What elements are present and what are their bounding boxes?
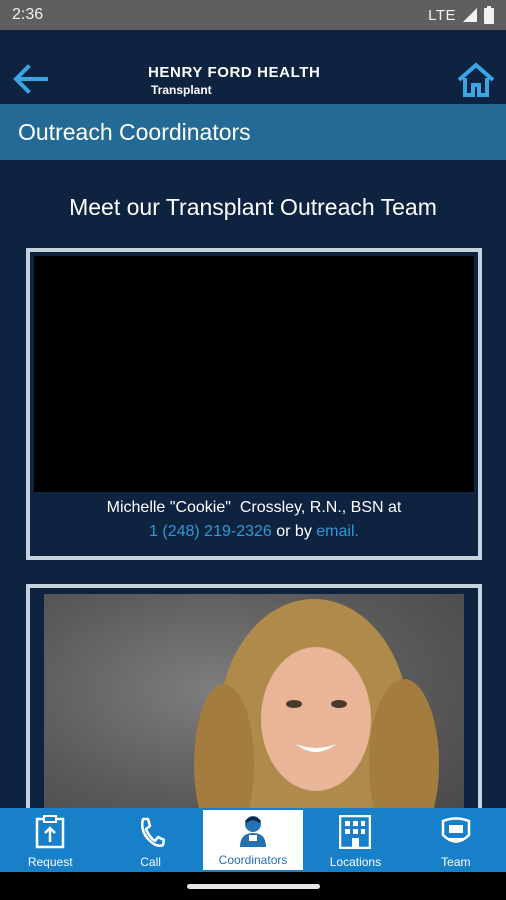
tab-label: Call	[140, 855, 161, 869]
content-scroll-area[interactable]: Meet our Transplant Outreach Team Michel…	[0, 160, 506, 808]
portrait-illustration	[194, 599, 439, 808]
home-button[interactable]	[456, 60, 496, 100]
tab-label: Locations	[329, 855, 382, 869]
home-icon	[457, 62, 495, 97]
tab-coordinators[interactable]: Coordinators	[202, 810, 304, 870]
coordinator-photo	[44, 594, 464, 808]
phone-icon	[134, 815, 168, 849]
building-icon	[338, 815, 372, 849]
tab-locations[interactable]: Locations	[305, 808, 405, 872]
section-title-bar: Outreach Coordinators	[0, 104, 506, 160]
battery-icon	[484, 6, 494, 24]
back-button[interactable]	[10, 62, 50, 96]
brand-logo: HENRY FORD HEALTH Transplant	[148, 64, 320, 97]
tab-label: Request	[27, 855, 73, 869]
tab-call[interactable]: Call	[100, 808, 200, 872]
home-gesture-pill[interactable]	[187, 884, 320, 889]
phone-link[interactable]: 1 (248) 219-2326	[149, 523, 272, 540]
tab-request[interactable]: Request	[0, 808, 100, 872]
coordinator-name: Michelle "Cookie" Crossley, R.N., BSN at	[106, 499, 402, 516]
contact-line: 1 (248) 219-2326 or by email.	[34, 520, 474, 544]
email-link[interactable]: email.	[316, 523, 359, 540]
back-arrow-icon	[13, 64, 48, 94]
status-time: 2:36	[12, 6, 44, 23]
brand-name: HENRY FORD HEALTH	[148, 64, 321, 81]
status-icons: LTE	[428, 6, 494, 24]
person-icon	[236, 813, 270, 847]
tab-team[interactable]: Team	[406, 808, 506, 872]
brand-subtitle: Transplant	[151, 83, 212, 97]
coordinator-card: Michelle "Cookie" Crossley, R.N., BSN at…	[26, 248, 482, 560]
system-nav-bar	[0, 872, 506, 900]
badge-icon	[439, 815, 473, 849]
status-bar: 2:36 LTE	[0, 0, 506, 30]
tab-label: Coordinators	[218, 853, 288, 867]
page-heading: Meet our Transplant Outreach Team	[69, 194, 437, 220]
contact-connector: or by	[271, 523, 317, 540]
network-type: LTE	[428, 6, 456, 24]
tab-label: Team	[441, 855, 471, 869]
bottom-tab-bar: Request Call Coordinators Locations Team	[0, 808, 506, 872]
signal-icon	[463, 8, 477, 22]
coordinator-caption: Michelle "Cookie" Crossley, R.N., BSN at…	[34, 496, 474, 544]
coordinator-card	[26, 584, 482, 808]
video-player[interactable]	[34, 256, 474, 492]
clipboard-icon	[33, 815, 67, 849]
app-header: HENRY FORD HEALTH Transplant	[0, 30, 506, 104]
section-title: Outreach Coordinators	[18, 118, 251, 145]
